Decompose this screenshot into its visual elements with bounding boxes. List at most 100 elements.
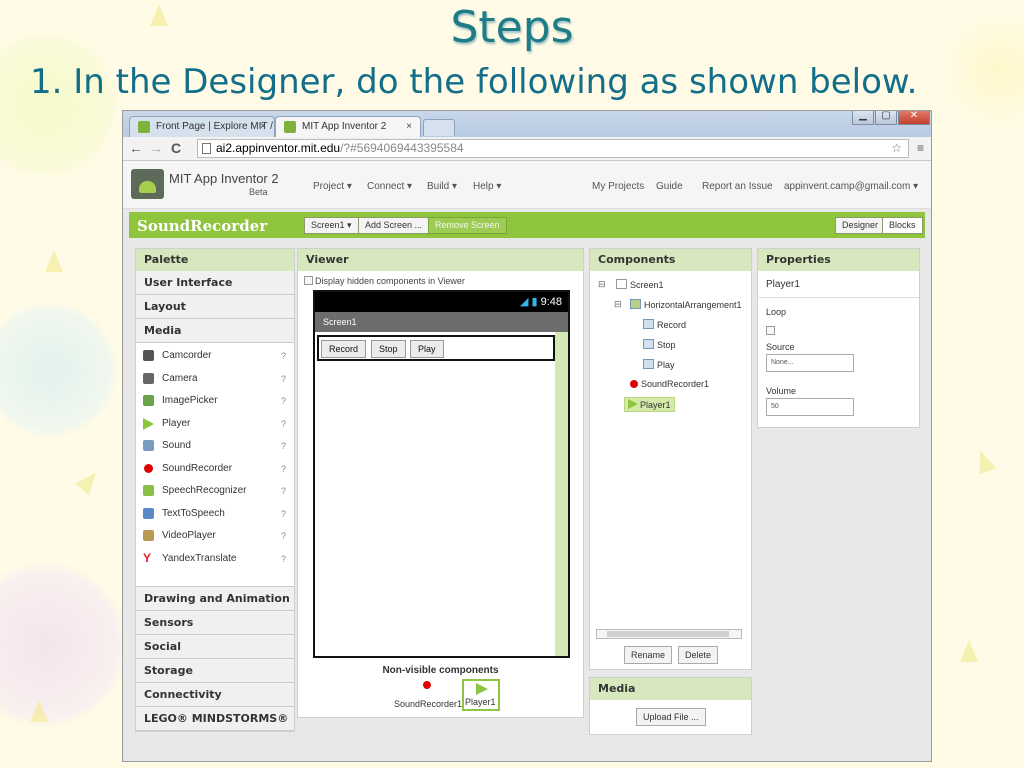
help-icon[interactable]: ? xyxy=(281,390,286,412)
tree-play[interactable]: Play xyxy=(643,359,675,370)
screen-title: Screen1 xyxy=(315,312,568,332)
palette-item-player[interactable]: Player? xyxy=(136,413,294,436)
tree-horizontal-arrangement[interactable]: HorizontalArrangement1 xyxy=(630,299,742,310)
help-icon[interactable]: ? xyxy=(281,435,286,457)
background-bubble xyxy=(0,560,130,730)
palette-item-sound[interactable]: Sound? xyxy=(136,435,294,458)
address-bar-row: ← → C ai2.appinventor.mit.edu/?#56940694… xyxy=(123,137,931,161)
help-icon[interactable]: ? xyxy=(281,458,286,480)
tree-record[interactable]: Record xyxy=(643,319,686,330)
palette-category-connectivity[interactable]: Connectivity xyxy=(136,683,294,707)
palette-item-camcorder[interactable]: Camcorder? xyxy=(136,345,294,368)
help-icon[interactable]: ? xyxy=(281,480,286,502)
nonvisible-soundrecorder[interactable]: SoundRecorder1 xyxy=(394,699,462,709)
palette-item-camera[interactable]: Camera? xyxy=(136,368,294,391)
remove-screen-button[interactable]: Remove Screen xyxy=(428,217,507,234)
palette-item-speechrecognizer[interactable]: SpeechRecognizer? xyxy=(136,480,294,503)
yandex-translate-icon: Y xyxy=(143,550,152,565)
tree-screen1[interactable]: Screen1 xyxy=(616,279,664,290)
palette-category-sensors[interactable]: Sensors xyxy=(136,611,294,635)
button-icon xyxy=(643,319,654,329)
volume-field[interactable]: 50 xyxy=(766,398,854,416)
components-hscrollbar[interactable] xyxy=(596,629,742,639)
favicon-icon xyxy=(138,121,150,133)
background-bubble xyxy=(0,300,120,440)
help-icon[interactable]: ? xyxy=(281,503,286,525)
record-button[interactable]: Record xyxy=(321,340,367,358)
palette-item-yandextranslate[interactable]: Y YandexTranslate? xyxy=(136,548,294,571)
account-menu[interactable]: appinvent.camp@gmail.com ▾ xyxy=(784,181,918,192)
rename-button[interactable]: Rename xyxy=(624,646,673,664)
source-field[interactable]: None... xyxy=(766,354,854,372)
loop-checkbox[interactable] xyxy=(766,321,777,339)
tree-player-selected[interactable]: Player1 xyxy=(624,397,675,412)
forward-arrow-icon[interactable]: → xyxy=(149,140,163,156)
browser-tab-active[interactable]: MIT App Inventor 2 × xyxy=(275,116,421,137)
source-label: Source xyxy=(766,342,795,352)
blocks-button[interactable]: Blocks xyxy=(882,217,923,234)
viewer-scrollbar[interactable] xyxy=(555,332,568,656)
link-my-projects[interactable]: My Projects xyxy=(592,181,644,192)
palette-category-storage[interactable]: Storage xyxy=(136,659,294,683)
close-window-icon[interactable]: ✕ xyxy=(898,111,930,125)
help-icon[interactable]: ? xyxy=(281,368,286,390)
palette-item-soundrecorder[interactable]: SoundRecorder? xyxy=(136,458,294,481)
collapse-icon[interactable]: ⊟ xyxy=(614,299,622,310)
link-report-issue[interactable]: Report an Issue xyxy=(702,181,773,192)
menu-connect[interactable]: Connect ▾ xyxy=(367,181,412,192)
scrollbar-thumb[interactable] xyxy=(607,631,729,637)
horizontal-arrangement[interactable]: Record Stop Play xyxy=(317,335,555,361)
palette-category-social[interactable]: Social xyxy=(136,635,294,659)
link-guide[interactable]: Guide xyxy=(656,181,683,192)
palette-category-layout[interactable]: Layout xyxy=(136,295,294,319)
url-field[interactable]: ai2.appinventor.mit.edu/?#56940694433955… xyxy=(197,139,909,158)
arrangement-icon xyxy=(630,299,641,309)
palette-category-drawing[interactable]: Drawing and Animation xyxy=(136,587,294,611)
collapse-icon[interactable]: ⊟ xyxy=(598,279,606,290)
palette-item-texttospeech[interactable]: TextToSpeech? xyxy=(136,503,294,526)
new-tab-button[interactable] xyxy=(423,119,455,136)
maximize-icon[interactable]: ▢ xyxy=(875,111,897,125)
components-title: Components xyxy=(590,249,751,271)
loop-label: Loop xyxy=(766,307,787,317)
close-tab-icon[interactable]: × xyxy=(406,117,412,137)
play-button[interactable]: Play xyxy=(410,340,444,358)
browser-window: Front Page | Explore MIT / × MIT App Inv… xyxy=(122,110,932,762)
menu-icon[interactable]: ≡ xyxy=(917,141,924,155)
help-icon[interactable]: ? xyxy=(281,548,286,570)
help-icon[interactable]: ? xyxy=(281,525,286,547)
display-hidden-label: Display hidden components in Viewer xyxy=(315,276,465,286)
menu-help[interactable]: Help ▾ xyxy=(473,181,501,192)
tree-soundrecorder[interactable]: SoundRecorder1 xyxy=(630,379,709,389)
menu-project[interactable]: Project ▾ xyxy=(313,181,352,192)
delete-button[interactable]: Delete xyxy=(678,646,719,664)
display-hidden-checkbox[interactable]: Display hidden components in Viewer xyxy=(304,276,465,286)
designer-button[interactable]: Designer xyxy=(835,217,886,234)
player-icon xyxy=(628,399,638,409)
palette-item-imagepicker[interactable]: ImagePicker? xyxy=(136,390,294,413)
upload-file-button[interactable]: Upload File ... xyxy=(636,708,706,726)
stop-button[interactable]: Stop xyxy=(371,340,406,358)
screen-select[interactable]: Screen1 ▾ xyxy=(304,217,359,234)
add-screen-button[interactable]: Add Screen ... xyxy=(358,217,430,234)
back-arrow-icon[interactable]: ← xyxy=(129,140,143,156)
reload-icon[interactable]: C xyxy=(171,140,181,156)
palette-panel: Palette User Interface Layout Media Camc… xyxy=(135,248,295,732)
close-tab-icon[interactable]: × xyxy=(260,117,266,137)
media-component-list: Camcorder? Camera? ImagePicker? Player? … xyxy=(136,343,294,587)
palette-category-media[interactable]: Media xyxy=(136,319,294,343)
media-title: Media xyxy=(590,678,751,700)
palette-category-user-interface[interactable]: User Interface xyxy=(136,271,294,295)
bookmark-star-icon[interactable]: ☆ xyxy=(891,140,902,157)
browser-tab[interactable]: Front Page | Explore MIT / × xyxy=(129,116,275,137)
help-icon[interactable]: ? xyxy=(281,413,286,435)
menu-build[interactable]: Build ▾ xyxy=(427,181,457,192)
project-bar: SoundRecorder Screen1 ▾ Add Screen ... R… xyxy=(129,212,925,238)
screen-icon xyxy=(616,279,627,289)
palette-category-lego[interactable]: LEGO® MINDSTORMS® xyxy=(136,707,294,731)
nonvisible-player-selected[interactable]: Player1 xyxy=(462,679,500,711)
help-icon[interactable]: ? xyxy=(281,345,286,367)
tree-stop[interactable]: Stop xyxy=(643,339,676,350)
palette-item-videoplayer[interactable]: VideoPlayer? xyxy=(136,525,294,548)
minimize-icon[interactable]: ▁ xyxy=(852,111,874,125)
